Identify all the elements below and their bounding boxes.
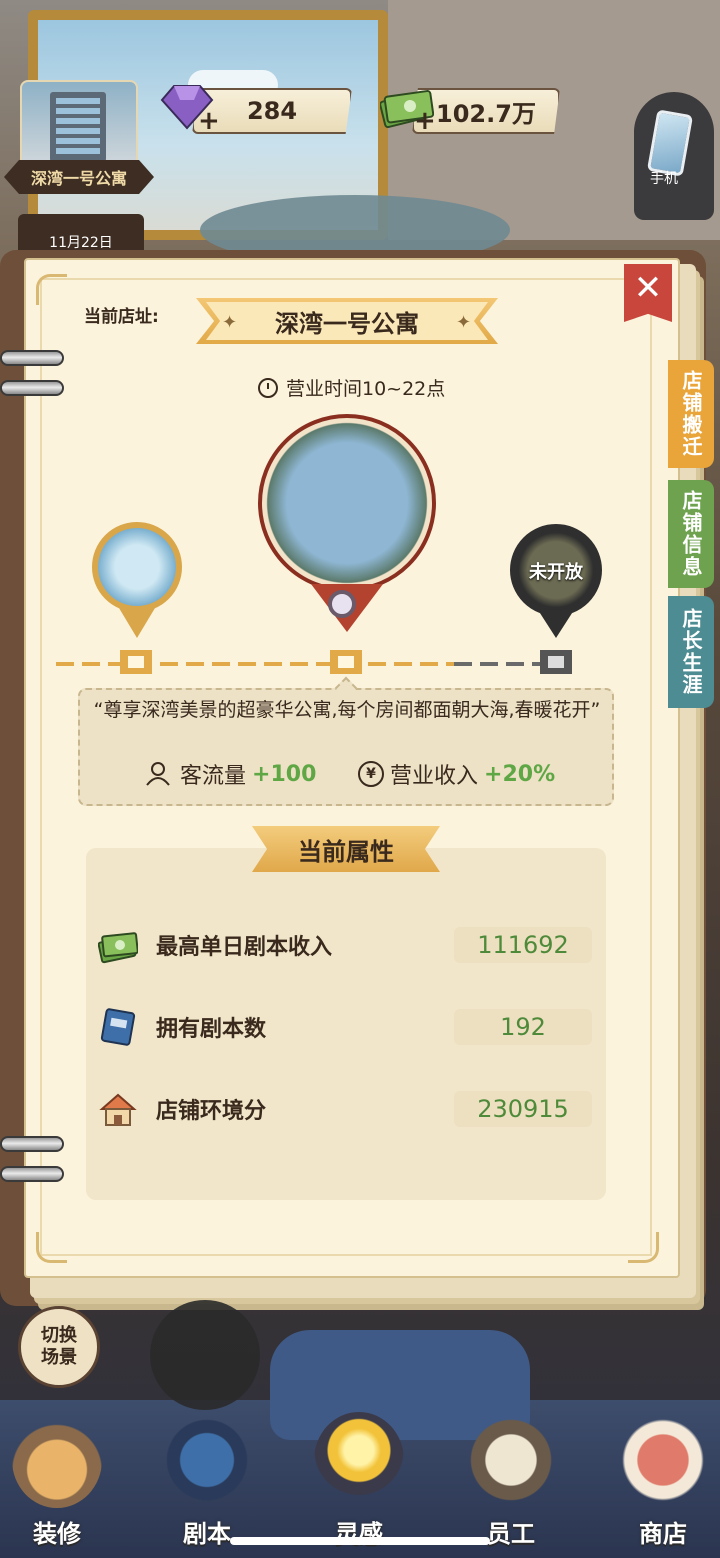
current-shop-thumbnail[interactable] <box>20 80 138 170</box>
property-row: 最高单日剧本收入 111692 <box>96 922 596 968</box>
shop-name: 深湾一号公寓 <box>206 302 488 340</box>
binder-ring <box>0 380 64 396</box>
money-stack-icon <box>98 932 138 964</box>
shop-description: “尊享深湾美景的超豪华公寓,每个房间都面朝大海,春暖花开” <box>93 699 601 721</box>
characters-group <box>150 1300 260 1410</box>
yen-icon: ¥ <box>358 761 384 787</box>
corner-ornament <box>628 1232 659 1263</box>
property-row: 店铺环境分 230915 <box>96 1086 596 1132</box>
gem-count: 284 <box>246 97 298 125</box>
property-label: 最高单日剧本收入 <box>156 935 333 960</box>
bonus-income: ¥ 营业收入 +20% <box>358 758 555 790</box>
corner-ornament <box>36 1232 67 1263</box>
bonus-value: +20% <box>484 761 556 787</box>
money-count: 102.7万 <box>436 99 536 128</box>
business-hours-text: 营业时间10~22点 <box>286 378 446 400</box>
script-book-icon <box>100 1008 136 1046</box>
bonus-value: +100 <box>252 761 317 787</box>
lightbulb-icon <box>314 1412 404 1508</box>
add-gems-icon[interactable]: + <box>198 106 220 136</box>
tab-shop-info[interactable]: 店铺信息 <box>668 480 714 588</box>
switch-scene-button[interactable]: 切换 场景 <box>18 1306 100 1388</box>
shop-marker-icon <box>120 650 152 674</box>
date-tab: 11月22日 <box>18 214 144 254</box>
shop-house-icon <box>99 1093 137 1126</box>
sparkle-icon: ✦ <box>222 312 238 333</box>
property-row: 拥有剧本数 192 <box>96 1004 596 1050</box>
house-icon <box>12 1412 102 1508</box>
location-pin-current[interactable] <box>258 414 436 640</box>
shop-marker-icon <box>540 650 572 674</box>
nav-decorate[interactable]: 装修 <box>2 1412 112 1558</box>
script-book-icon <box>162 1412 252 1508</box>
property-label: 店铺环境分 <box>156 1099 267 1124</box>
binder-ring <box>0 350 64 366</box>
home-indicator[interactable] <box>230 1537 490 1545</box>
sparkle-icon: ✦ <box>456 312 472 333</box>
bonus-label: 客流量 <box>180 764 247 789</box>
magnifier-icon <box>328 590 356 618</box>
locked-label: 未开放 <box>529 562 583 583</box>
nav-label: 装修 <box>33 1520 81 1548</box>
tab-shop-relocation[interactable]: 店铺搬迁 <box>668 360 714 468</box>
add-money-icon[interactable]: + <box>414 106 436 136</box>
customers-icon <box>144 761 174 787</box>
current-shop-thumb-label: 深湾一号公寓 <box>4 160 154 194</box>
property-value: 111692 <box>454 927 592 963</box>
route-line-unlocked <box>56 662 454 666</box>
nav-label: 商店 <box>639 1520 687 1548</box>
nav-shop[interactable]: 商店 <box>608 1412 718 1558</box>
binder-ring <box>0 1136 64 1152</box>
properties-title: 当前属性 <box>252 826 440 872</box>
bonus-label: 营业收入 <box>390 764 479 789</box>
address-label: 当前店址: <box>84 307 159 327</box>
id-card-icon <box>466 1412 556 1508</box>
switch-scene-line1: 切换 <box>41 1325 77 1346</box>
business-hours: 营业时间10~22点 <box>258 374 445 401</box>
property-label: 拥有剧本数 <box>156 1017 267 1042</box>
shop-icon <box>618 1412 708 1508</box>
shop-marker-icon <box>330 650 362 674</box>
binder-ring <box>0 1166 64 1182</box>
location-pin-locked[interactable]: 未开放 <box>510 524 602 642</box>
property-value: 192 <box>454 1009 592 1045</box>
switch-scene-line2: 场景 <box>41 1347 77 1368</box>
tab-manager-career[interactable]: 店长生涯 <box>668 596 714 708</box>
stopwatch-icon <box>258 377 278 398</box>
phone-label: 手机 <box>650 171 678 187</box>
bonus-customers: 客流量 +100 <box>144 758 316 790</box>
property-value: 230915 <box>454 1091 592 1127</box>
location-pin-left[interactable] <box>92 522 182 644</box>
close-button[interactable]: ✕ <box>624 264 672 322</box>
corner-ornament <box>36 274 67 305</box>
